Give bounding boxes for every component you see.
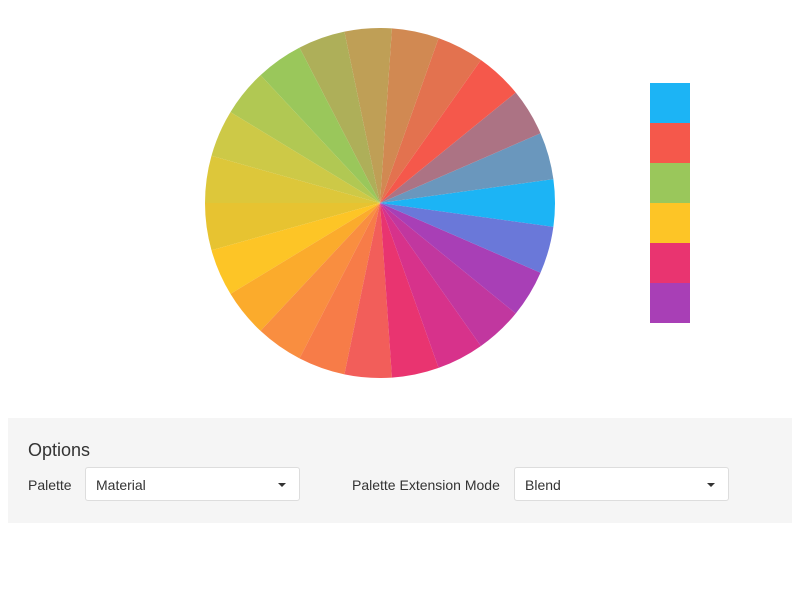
legend-swatch — [650, 123, 690, 163]
palette-select-value: Material — [96, 477, 146, 493]
legend-swatch — [650, 203, 690, 243]
palette-select[interactable]: Material — [85, 467, 300, 501]
options-panel: Options Palette Material Palette Extensi… — [8, 418, 792, 523]
legend-swatch — [650, 243, 690, 283]
extension-mode-select-value: Blend — [525, 477, 561, 493]
pie-chart — [0, 0, 800, 410]
extension-mode-select[interactable]: Blend — [514, 467, 729, 501]
legend-swatch — [650, 163, 690, 203]
palette-label: Palette — [28, 477, 72, 493]
caret-down-icon — [707, 483, 715, 487]
legend — [650, 83, 690, 323]
legend-swatch — [650, 283, 690, 323]
legend-swatch — [650, 83, 690, 123]
caret-down-icon — [278, 483, 286, 487]
extension-mode-label: Palette Extension Mode — [352, 477, 500, 493]
options-title: Options — [28, 440, 91, 460]
